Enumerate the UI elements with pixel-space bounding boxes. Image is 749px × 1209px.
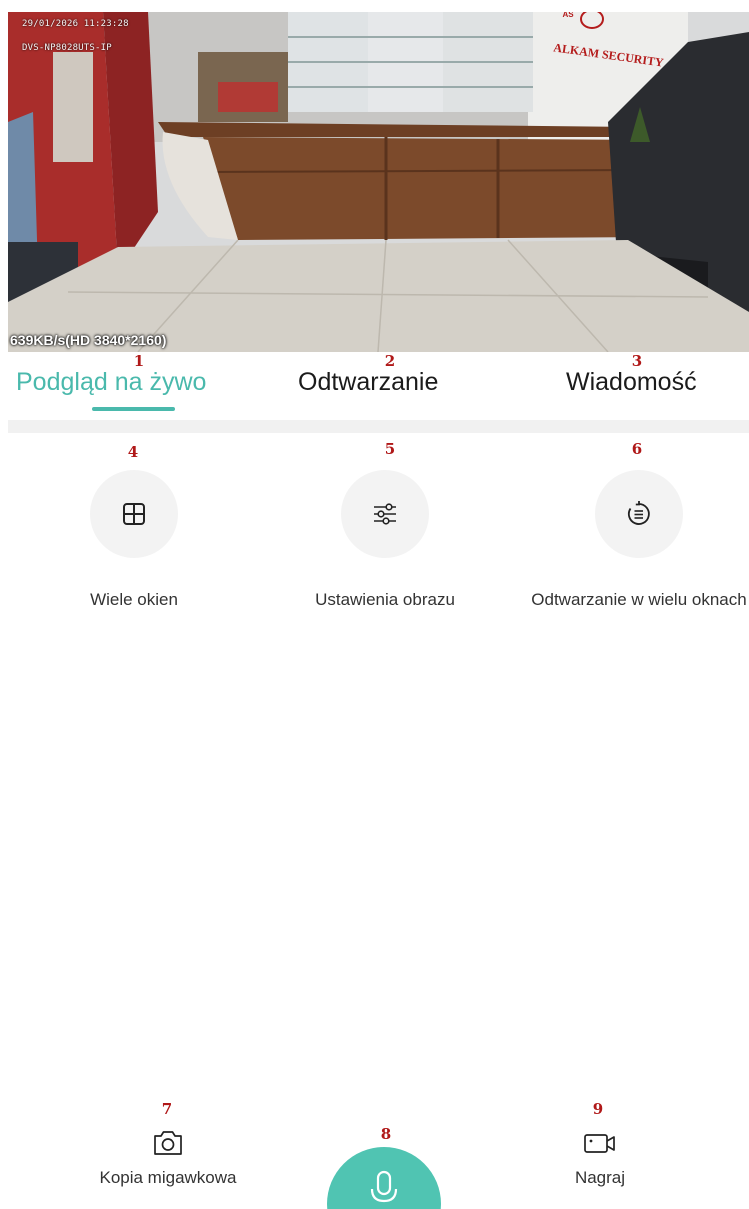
annotation-4: 4 [127,443,139,461]
active-tab-indicator [92,407,175,411]
video-camera-icon [584,1134,615,1153]
sign-logo: AS [562,12,574,19]
channel-name-overlay: DVS-NP8028UTS-IP [22,43,112,53]
image-settings-tool[interactable]: Ustawienia obrazu [270,470,500,610]
snapshot-button[interactable]: Kopia migawkowa [58,1129,278,1188]
record-label: Nagraj [574,1168,626,1187]
multi-window-playback-tool[interactable]: Odtwarzanie w wielu oknach [524,470,749,610]
camera-live-view[interactable]: 29/01/2026 11:23:28 DVS-NP8028UTS-IP AS … [8,12,749,352]
tab-live-view[interactable]: Podgląd na żywo [16,368,206,397]
section-divider [8,420,749,433]
grid-icon [123,503,145,525]
multi-window-tool[interactable]: Wiele okien [19,470,249,610]
bitrate-indicator: 639KB/s(HD 3840*2160) [10,332,167,348]
timestamp-overlay: 29/01/2026 11:23:28 [22,19,129,29]
tab-messages[interactable]: Wiadomość [566,368,697,397]
tab-playback[interactable]: Odtwarzanie [298,368,438,397]
annotation-5: 5 [384,440,396,458]
annotation-9: 9 [592,1100,604,1118]
multi-window-playback-button[interactable] [595,470,683,558]
image-settings-button[interactable] [341,470,429,558]
record-button[interactable]: Nagraj [500,1129,700,1188]
sliders-icon [374,503,396,525]
annotation-6: 6 [631,440,643,458]
image-settings-label: Ustawienia obrazu [315,590,455,609]
multi-window-button[interactable] [90,470,178,558]
multi-window-label: Wiele okien [90,590,178,609]
replay-list-icon [627,501,650,525]
multi-window-playback-label: Odtwarzanie w wielu oknach [531,590,747,609]
snapshot-label: Kopia migawkowa [99,1168,237,1187]
microphone-icon [370,1170,398,1203]
annotation-8: 8 [380,1125,392,1143]
camera-icon [154,1131,182,1155]
talk-button[interactable] [327,1147,441,1209]
annotation-7: 7 [161,1100,173,1118]
